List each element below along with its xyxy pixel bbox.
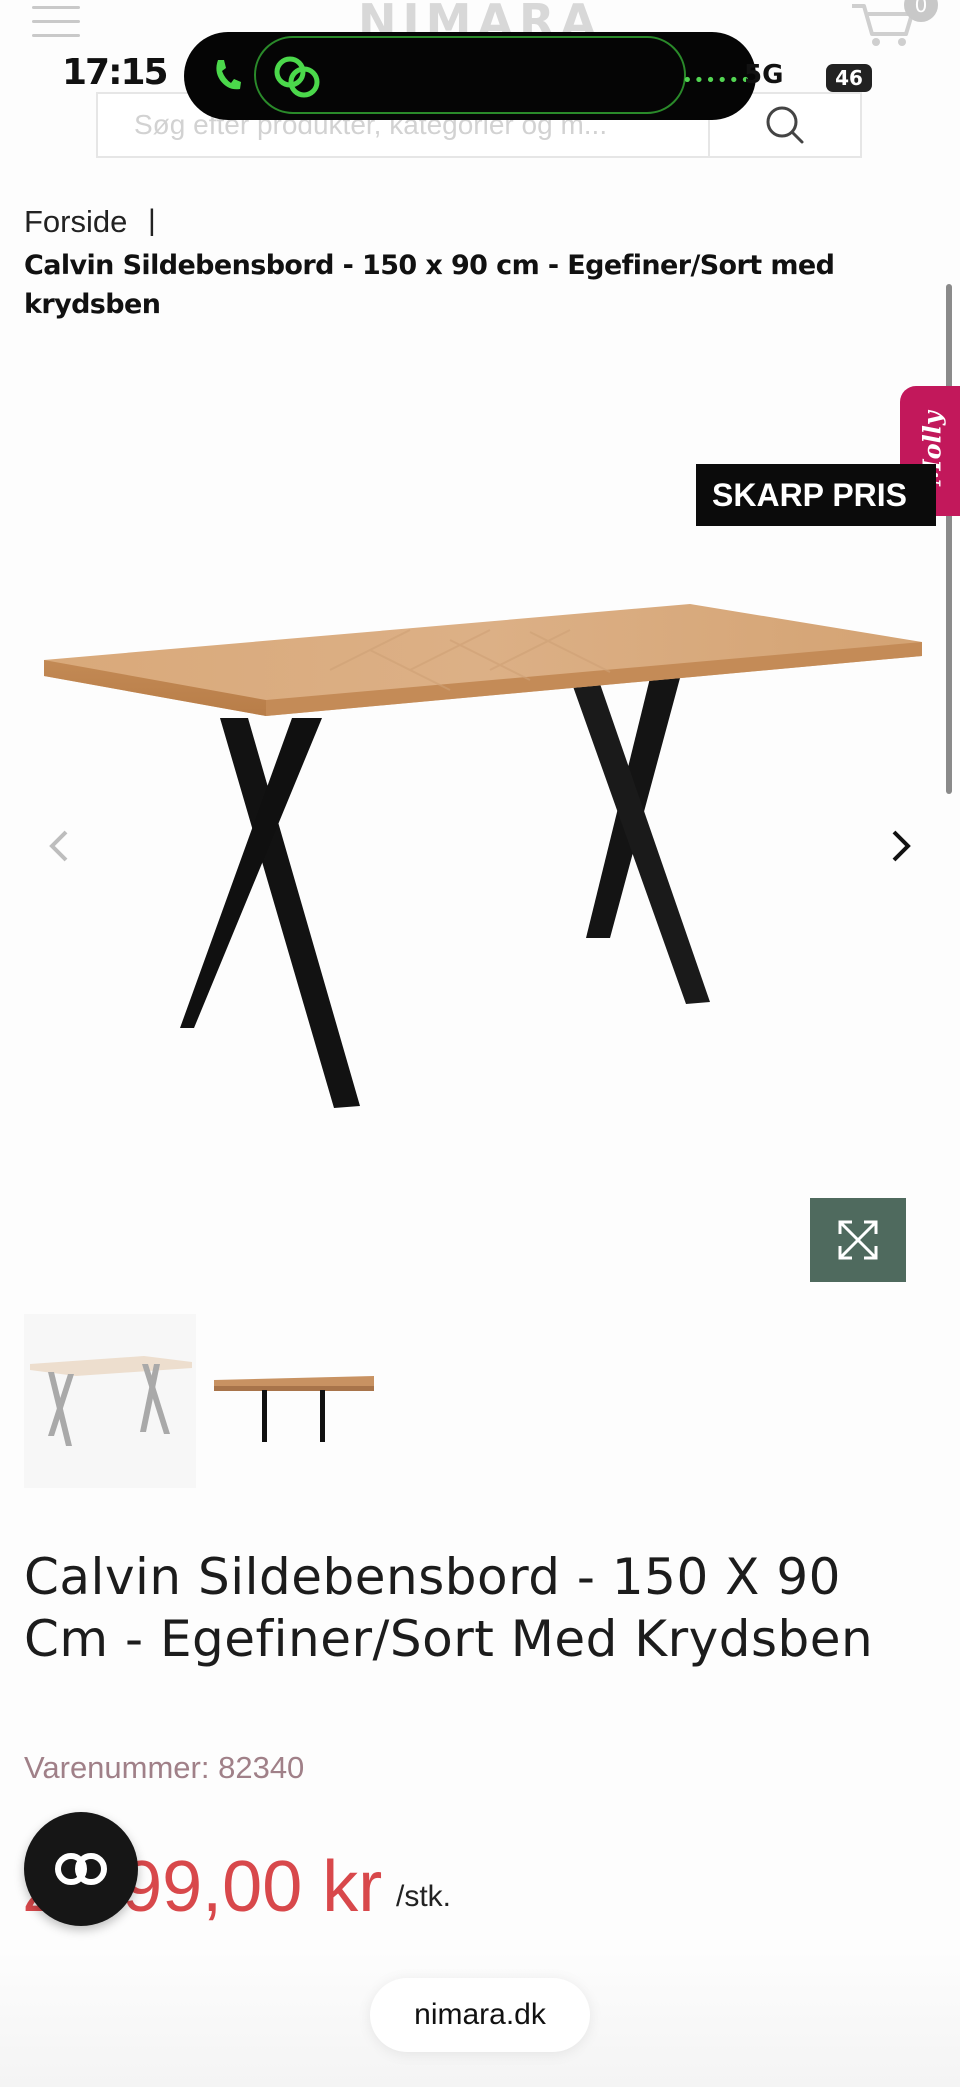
browser-url-bar[interactable]: nimara.dk	[370, 1978, 590, 2052]
call-pill-inner	[254, 36, 686, 114]
chevron-left-icon[interactable]	[38, 820, 82, 872]
scrollbar[interactable]	[946, 284, 952, 794]
product-sku: Varenummer: 82340	[24, 1750, 305, 1785]
chevron-right-icon[interactable]	[878, 820, 922, 872]
phone-icon	[212, 58, 242, 92]
breadcrumb-separator: |	[148, 204, 156, 237]
breadcrumb-home[interactable]: Forside	[24, 204, 127, 240]
thumbnail-2[interactable]	[208, 1352, 380, 1452]
call-indicator-dots: ••••••	[682, 70, 752, 91]
network-label: 5G	[744, 60, 784, 90]
product-title: Calvin Sildebensbord - 150 X 90 Cm - Ege…	[24, 1548, 874, 1668]
expand-icon	[838, 1220, 878, 1260]
chat-app-icon	[274, 56, 320, 98]
price-unit: /stk.	[396, 1880, 452, 1913]
breadcrumb-current: Calvin Sildebensbord - 150 x 90 cm - Ege…	[24, 250, 835, 320]
thumbnail-1[interactable]	[24, 1314, 196, 1488]
chat-button[interactable]	[24, 1812, 138, 1926]
battery-indicator: 46	[826, 64, 872, 92]
status-time: 17:15	[62, 52, 169, 93]
chat-icon	[55, 1853, 107, 1885]
price-badge: SKARP PRIS	[696, 464, 936, 526]
menu-icon[interactable]	[32, 6, 80, 44]
expand-button[interactable]	[810, 1198, 906, 1282]
call-pill[interactable]: ••••••	[184, 32, 756, 120]
product-image[interactable]	[30, 560, 930, 1120]
